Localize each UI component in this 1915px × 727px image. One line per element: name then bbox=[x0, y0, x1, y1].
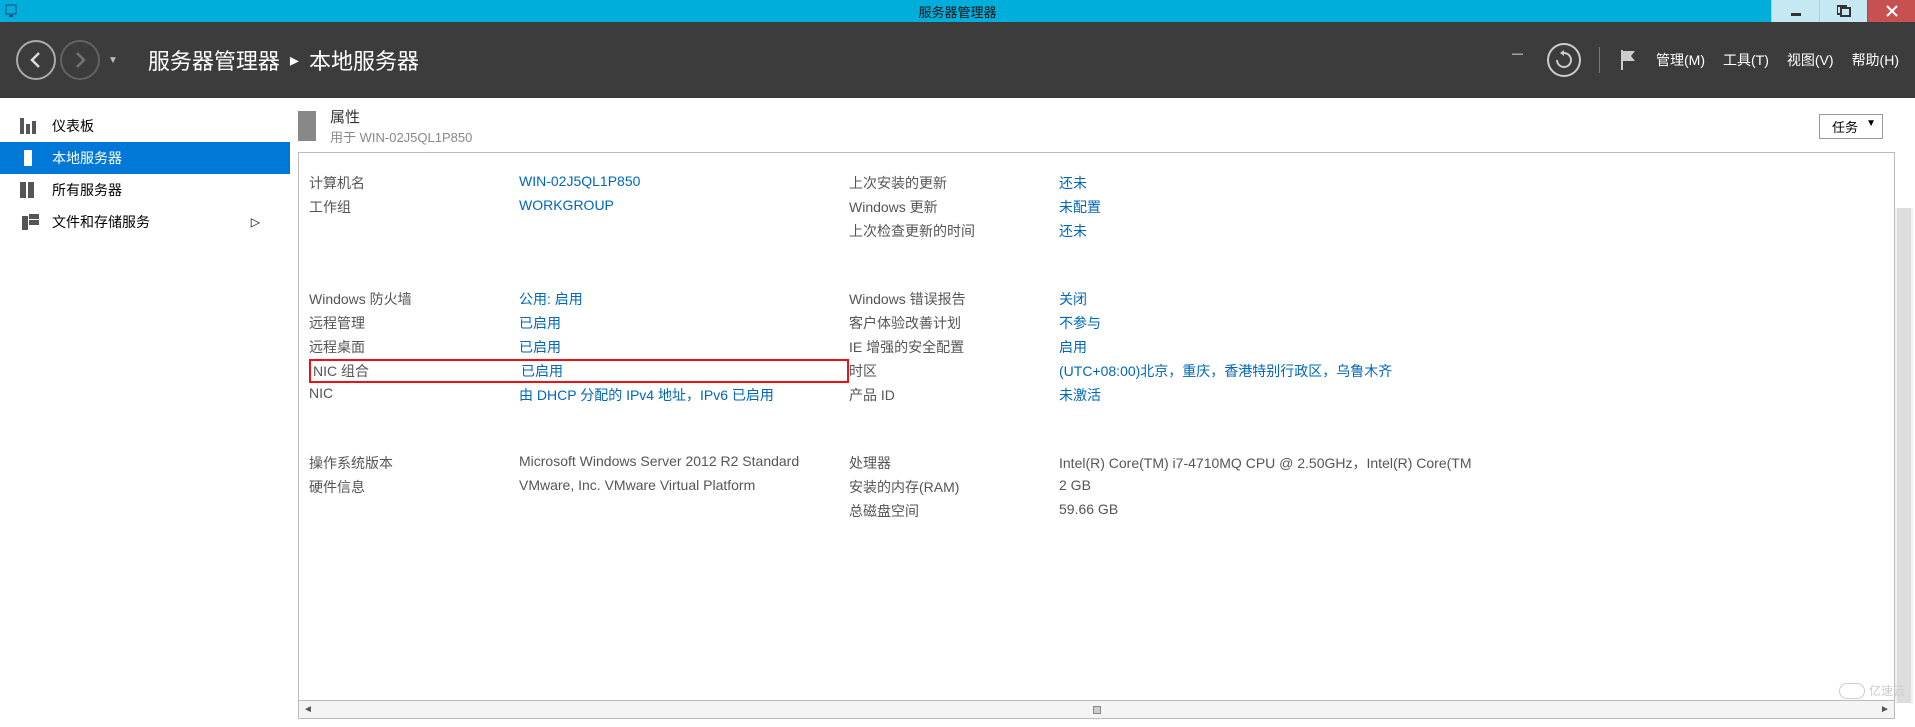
prop-label: Windows 错误报告 bbox=[849, 289, 1059, 309]
prop-value bbox=[519, 501, 849, 521]
prop-value[interactable]: 未配置 bbox=[1059, 197, 1884, 217]
prop-label: IE 增强的安全配置 bbox=[849, 337, 1059, 357]
panel-header: 属性 用于 WIN-02J5QL1P850 任务 bbox=[298, 106, 1895, 146]
sidebar-item-label: 本地服务器 bbox=[52, 148, 122, 168]
prop-label: 上次安装的更新 bbox=[849, 173, 1059, 193]
menu-manage[interactable]: 管理(M) bbox=[1656, 50, 1705, 70]
header-divider bbox=[1599, 47, 1600, 73]
prop-value: 59.66 GB bbox=[1059, 501, 1884, 521]
breadcrumb-current: 本地服务器 bbox=[309, 44, 419, 76]
menu-help[interactable]: 帮助(H) bbox=[1852, 50, 1899, 70]
prop-label: NIC bbox=[309, 385, 519, 405]
forward-button[interactable] bbox=[60, 40, 100, 80]
prop-label: 操作系统版本 bbox=[309, 453, 519, 473]
cloud-icon bbox=[1839, 683, 1865, 699]
prop-label: 硬件信息 bbox=[309, 477, 519, 497]
prop-value[interactable]: WORKGROUP bbox=[519, 197, 849, 217]
prop-value[interactable]: 还未 bbox=[1059, 173, 1884, 193]
breadcrumb: 服务器管理器 ▸ 本地服务器 bbox=[148, 44, 419, 76]
prop-value: Microsoft Windows Server 2012 R2 Standar… bbox=[519, 453, 849, 473]
all-servers-icon bbox=[20, 182, 40, 198]
titlebar: 服务器管理器 bbox=[0, 0, 1915, 22]
menu-tools[interactable]: 工具(T) bbox=[1723, 50, 1769, 70]
prop-label: 远程管理 bbox=[309, 313, 519, 333]
back-button[interactable] bbox=[16, 40, 56, 80]
prop-value[interactable]: 已启用 bbox=[519, 337, 849, 357]
prop-value[interactable]: 不参与 bbox=[1059, 313, 1884, 333]
watermark: 亿速云 bbox=[1839, 682, 1905, 699]
prop-label: 安装的内存(RAM) bbox=[849, 477, 1059, 497]
header-bar: ▼ 服务器管理器 ▸ 本地服务器 — 管理(M) 工具(T) 视图(V) 帮助(… bbox=[0, 22, 1915, 98]
prop-label bbox=[309, 221, 519, 241]
prop-value[interactable]: 公用: 启用 bbox=[519, 289, 849, 309]
prop-value[interactable]: 已启用 bbox=[519, 313, 849, 333]
prop-label: 产品 ID bbox=[849, 385, 1059, 405]
breadcrumb-separator-icon: ▸ bbox=[290, 50, 299, 71]
sidebar-item-all-servers[interactable]: 所有服务器 bbox=[0, 174, 290, 206]
sidebar-item-file-storage[interactable]: 文件和存储服务 ▷ bbox=[0, 206, 290, 238]
prop-label: 时区 bbox=[849, 361, 1059, 381]
prop-value[interactable]: 未激活 bbox=[1059, 385, 1884, 405]
breadcrumb-root[interactable]: 服务器管理器 bbox=[148, 44, 280, 76]
vertical-scrollbar[interactable] bbox=[1895, 208, 1913, 703]
file-storage-icon bbox=[20, 214, 40, 230]
prop-value: 2 GB bbox=[1059, 477, 1884, 497]
refresh-button[interactable] bbox=[1547, 43, 1581, 77]
prop-label: Windows 防火墙 bbox=[309, 289, 519, 309]
dash-icon: — bbox=[1512, 48, 1523, 60]
horizontal-scrollbar[interactable]: ◄ ► bbox=[299, 700, 1894, 718]
prop-label: 处理器 bbox=[849, 453, 1059, 473]
prop-label bbox=[309, 501, 519, 521]
maximize-button[interactable] bbox=[1819, 0, 1867, 22]
notifications-flag-icon[interactable] bbox=[1618, 48, 1638, 72]
sidebar-item-label: 仪表板 bbox=[52, 116, 94, 136]
prop-value: Intel(R) Core(TM) i7-4710MQ CPU @ 2.50GH… bbox=[1059, 453, 1884, 473]
prop-label: 客户体验改善计划 bbox=[849, 313, 1059, 333]
properties-box: 计算机名WIN-02J5QL1P850上次安装的更新还未工作组WORKGROUP… bbox=[298, 152, 1895, 719]
menu-view[interactable]: 视图(V) bbox=[1787, 50, 1834, 70]
prop-value: VMware, Inc. VMware Virtual Platform bbox=[519, 477, 849, 497]
window-title: 服务器管理器 bbox=[918, 2, 996, 21]
sidebar: 仪表板 本地服务器 所有服务器 文件和存储服务 ▷ bbox=[0, 98, 290, 727]
prop-label: 上次检查更新的时间 bbox=[849, 221, 1059, 241]
prop-label: 总磁盘空间 bbox=[849, 501, 1059, 521]
prop-value[interactable]: 启用 bbox=[1059, 337, 1884, 357]
prop-value[interactable]: 还未 bbox=[1059, 221, 1884, 241]
sidebar-item-label: 所有服务器 bbox=[52, 180, 122, 200]
dashboard-icon bbox=[20, 118, 40, 134]
prop-label: 远程桌面 bbox=[309, 337, 519, 357]
prop-label: Windows 更新 bbox=[849, 197, 1059, 217]
prop-value[interactable]: WIN-02J5QL1P850 bbox=[519, 173, 849, 193]
minimize-button[interactable] bbox=[1771, 0, 1819, 22]
close-button[interactable] bbox=[1867, 0, 1915, 22]
history-dropdown-icon[interactable]: ▼ bbox=[108, 55, 118, 66]
sidebar-item-label: 文件和存储服务 bbox=[52, 212, 150, 232]
prop-value[interactable]: 由 DHCP 分配的 IPv4 地址，IPv6 已启用 bbox=[519, 385, 849, 405]
server-icon bbox=[298, 111, 316, 141]
prop-value[interactable]: (UTC+08:00)北京，重庆，香港特别行政区，乌鲁木齐 bbox=[1059, 361, 1884, 381]
local-server-icon bbox=[20, 150, 40, 166]
chevron-right-icon: ▷ bbox=[251, 215, 260, 229]
prop-label: 计算机名 bbox=[309, 173, 519, 193]
prop-label: NIC 组合 bbox=[309, 359, 519, 383]
app-icon bbox=[4, 3, 20, 19]
prop-value[interactable]: 已启用 bbox=[519, 359, 849, 383]
panel-subtitle: 用于 WIN-02J5QL1P850 bbox=[330, 127, 1819, 146]
prop-value bbox=[519, 221, 849, 241]
prop-label: 工作组 bbox=[309, 197, 519, 217]
prop-value[interactable]: 关闭 bbox=[1059, 289, 1884, 309]
panel-title: 属性 bbox=[330, 106, 1819, 127]
tasks-dropdown[interactable]: 任务 bbox=[1819, 114, 1883, 139]
sidebar-item-local-server[interactable]: 本地服务器 bbox=[0, 142, 290, 174]
sidebar-item-dashboard[interactable]: 仪表板 bbox=[0, 110, 290, 142]
